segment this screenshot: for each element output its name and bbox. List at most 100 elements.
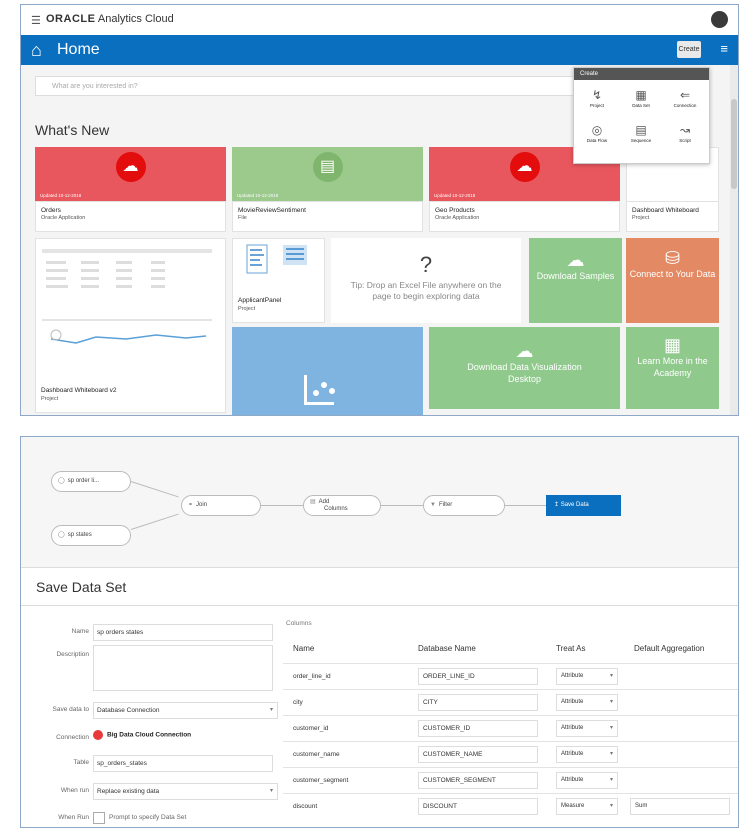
table-row: customer_id CUSTOMER_ID Attribute ▾ bbox=[283, 715, 738, 742]
create-sequence[interactable]: ▤ Sequence bbox=[624, 123, 658, 143]
database-icon: ⛁ bbox=[664, 248, 681, 268]
tile-moviereview[interactable]: ▤ Updated 10-12-2018 MovieReviewSentiment… bbox=[232, 147, 423, 232]
treat-value: Measure bbox=[561, 803, 585, 809]
flow-node-source2[interactable]: ◯ sp states bbox=[51, 525, 131, 546]
product-name: Analytics Cloud bbox=[97, 13, 174, 25]
row-treat-as[interactable]: Attribute ▾ bbox=[556, 772, 618, 789]
row-name: city bbox=[293, 699, 303, 706]
tile-title: Dashboard Whiteboard v2 bbox=[41, 387, 117, 394]
name-field[interactable]: sp orders states bbox=[93, 624, 273, 641]
treat-value: Attribute bbox=[561, 751, 584, 757]
tile-label: Download Samples bbox=[536, 271, 615, 281]
connection-value[interactable]: Big Data Cloud Connection bbox=[93, 730, 191, 740]
create-data-flow[interactable]: ◎ Data Flow bbox=[580, 123, 614, 143]
scrollbar-thumb[interactable] bbox=[731, 99, 737, 189]
flow-node-source1[interactable]: ◯ sp order li... bbox=[51, 471, 131, 492]
create-script[interactable]: ↝ Script bbox=[668, 123, 702, 143]
flow-node-filter[interactable]: ▼ Filter bbox=[423, 495, 505, 516]
chevron-down-icon: ▾ bbox=[609, 803, 613, 809]
tile-dataviz[interactable] bbox=[232, 327, 423, 415]
column-header-name: Name bbox=[293, 644, 315, 653]
row-treat-as[interactable]: Attribute ▾ bbox=[556, 720, 618, 737]
row-treat-as[interactable]: Attribute ▾ bbox=[556, 694, 618, 711]
tip-text: Tip: Drop an Excel File anywhere on the … bbox=[350, 280, 502, 301]
plug-icon: ⇐ bbox=[679, 88, 691, 102]
tile-project-whiteboard[interactable]: Dashboard Whiteboard v2 Project bbox=[35, 238, 226, 413]
chevron-down-icon: ▾ bbox=[609, 699, 613, 705]
save-to-label: Save data to bbox=[52, 706, 90, 713]
menu-icon[interactable]: ≡ bbox=[720, 41, 728, 56]
save-to-value: Database Connection bbox=[97, 707, 160, 714]
user-avatar[interactable] bbox=[711, 11, 728, 28]
chevron-down-icon: ▾ bbox=[609, 673, 613, 679]
prompt-checkbox[interactable] bbox=[93, 812, 105, 824]
row-name: customer_id bbox=[293, 725, 329, 732]
tile-date: Updated 10-12-2018 bbox=[434, 193, 476, 198]
node-label: sp states bbox=[67, 532, 92, 538]
column-header-db: Database Name bbox=[418, 644, 476, 653]
row-db-name[interactable]: CUSTOMER_SEGMENT bbox=[418, 772, 538, 789]
tile-label: Learn More in the Academy bbox=[637, 356, 708, 378]
tile-date: Updated 10-12-2018 bbox=[40, 193, 82, 198]
connect-data-tile[interactable]: ⛁ Connect to Your Data bbox=[626, 238, 719, 323]
create-item-label: Connection bbox=[673, 103, 697, 108]
download-dvd-tile[interactable]: ☁ Download Data Visualization Desktop bbox=[429, 327, 620, 409]
table-row: order_line_id ORDER_LINE_ID Attribute ▾ bbox=[283, 663, 738, 690]
treat-value: Attribute bbox=[561, 725, 584, 731]
hamburger-icon[interactable]: ☰ bbox=[31, 14, 41, 27]
agg-value: Sum bbox=[635, 803, 648, 809]
document-icon: ▤ bbox=[312, 152, 343, 182]
flow-node-save-data[interactable]: ↥ Save Data bbox=[546, 495, 621, 516]
create-data-set[interactable]: ▦ Data Set bbox=[624, 88, 658, 108]
download-samples-tile[interactable]: ☁ Download Samples bbox=[529, 238, 622, 323]
create-button[interactable]: Create bbox=[677, 41, 701, 58]
prompt-label: Prompt to specify Data Set bbox=[109, 814, 187, 821]
home-icon[interactable]: ⌂ bbox=[31, 40, 42, 61]
create-item-label: Project bbox=[589, 103, 604, 108]
tile-title: MovieReviewSentiment bbox=[238, 207, 306, 214]
create-item-label: Sequence bbox=[630, 138, 652, 143]
row-treat-as[interactable]: Attribute ▾ bbox=[556, 668, 618, 685]
chevron-down-icon: ▾ bbox=[269, 707, 273, 713]
save-to-select[interactable]: Database Connection ▾ bbox=[93, 702, 278, 719]
tile-subtitle: Oracle Application bbox=[41, 215, 86, 221]
create-connection[interactable]: ⇐ Connection bbox=[668, 88, 702, 108]
panel-title: Save Data Set bbox=[36, 579, 127, 595]
learn-more-tile[interactable]: ▦ Learn More in the Academy bbox=[626, 327, 719, 409]
row-db-name[interactable]: CITY bbox=[418, 694, 538, 711]
section-heading: What's New bbox=[35, 122, 110, 138]
tip-card: ? Tip: Drop an Excel File anywhere on th… bbox=[331, 238, 521, 323]
tile-title: ApplicantPanel bbox=[238, 297, 282, 304]
cloud-icon: ☁ bbox=[115, 152, 146, 182]
node-label: Save Data bbox=[560, 502, 589, 508]
tile-orders[interactable]: ☁ Updated 10-12-2018 Orders Oracle Applica… bbox=[35, 147, 226, 232]
table-row: customer_segment CUSTOMER_SEGMENT Attrib… bbox=[283, 767, 738, 794]
flow-node-join[interactable]: ⚭ Join bbox=[181, 495, 261, 516]
project-thumbnail bbox=[42, 249, 212, 344]
filter-icon: ▼ bbox=[430, 502, 436, 508]
tile-subtitle: Oracle Application bbox=[435, 215, 480, 221]
row-aggregation[interactable]: Sum bbox=[630, 798, 730, 815]
row-name: order_line_id bbox=[293, 673, 331, 680]
when-run2-label: When Run bbox=[58, 814, 89, 821]
tile-subtitle: Project bbox=[238, 306, 256, 312]
row-treat-as[interactable]: Measure ▾ bbox=[556, 798, 618, 815]
connection-name: Big Data Cloud Connection bbox=[107, 731, 192, 739]
tile-subtitle: Project bbox=[41, 396, 59, 402]
search-input[interactable]: What are you interested in? bbox=[35, 76, 595, 96]
when-run-select[interactable]: Replace existing data ▾ bbox=[93, 783, 278, 800]
row-treat-as[interactable]: Attribute ▾ bbox=[556, 746, 618, 763]
row-db-name[interactable]: DISCOUNT bbox=[418, 798, 538, 815]
scrollbar[interactable] bbox=[730, 65, 738, 415]
row-db-name[interactable]: ORDER_LINE_ID bbox=[418, 668, 538, 685]
app-title: ORACLE Analytics Cloud bbox=[46, 13, 174, 25]
create-project[interactable]: ↯ Project bbox=[580, 88, 614, 108]
row-db-name[interactable]: CUSTOMER_ID bbox=[418, 720, 538, 737]
table-field[interactable]: sp_orders_states bbox=[93, 755, 273, 772]
table-row: city CITY Attribute ▾ bbox=[283, 689, 738, 716]
row-db-name[interactable]: CUSTOMER_NAME bbox=[418, 746, 538, 763]
when-run-value: Replace existing data bbox=[97, 788, 160, 795]
description-field[interactable] bbox=[93, 645, 273, 691]
tile-applicantpanel[interactable]: ApplicantPanel Project bbox=[232, 238, 325, 323]
flow-node-add-columns[interactable]: ▤ Add Columns bbox=[303, 495, 381, 516]
